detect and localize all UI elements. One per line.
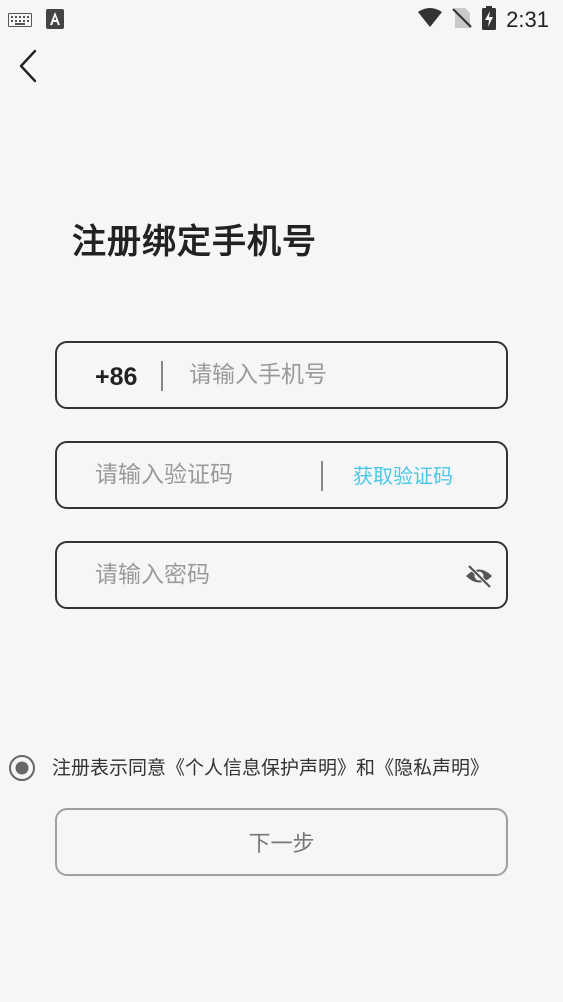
agreement-text: 注册表示同意《个人信息保护声明》和《隐私声明》 [52,753,489,783]
next-step-button[interactable]: 下一步 [55,808,508,876]
status-right: 2:31 [418,6,549,34]
verification-code-field: 获取验证码 [55,441,508,509]
agreement-conjunction: 和 [356,757,376,779]
status-bar: 2:31 [0,0,563,40]
get-code-button[interactable]: 获取验证码 [353,461,453,491]
phone-input[interactable] [189,353,489,397]
no-sim-icon [452,7,472,33]
back-button[interactable] [12,48,44,88]
country-code[interactable]: +86 [95,362,137,392]
agreement-radio[interactable] [8,754,36,782]
password-field [55,541,508,609]
phone-field: +86 [55,341,508,409]
battery-charging-icon [482,6,497,34]
privacy-statement-link[interactable]: 《个人信息保护声明》 [166,757,356,779]
a-badge-icon [46,9,64,33]
eye-off-icon[interactable] [464,561,494,591]
agreement-prefix: 注册表示同意 [52,757,167,779]
field-divider [161,361,163,391]
status-left [8,9,64,33]
field-divider [321,461,323,491]
wifi-icon [418,8,443,32]
page-title: 注册绑定手机号 [72,222,317,262]
agreement-row: 注册表示同意《个人信息保护声明》和《隐私声明》 [8,753,489,783]
privacy-policy-link[interactable]: 《隐私声明》 [375,757,489,779]
status-time: 2:31 [506,7,549,32]
verification-code-input[interactable] [95,453,305,497]
keyboard-icon [8,12,32,31]
password-input[interactable] [95,553,445,597]
chevron-left-icon [18,49,38,87]
